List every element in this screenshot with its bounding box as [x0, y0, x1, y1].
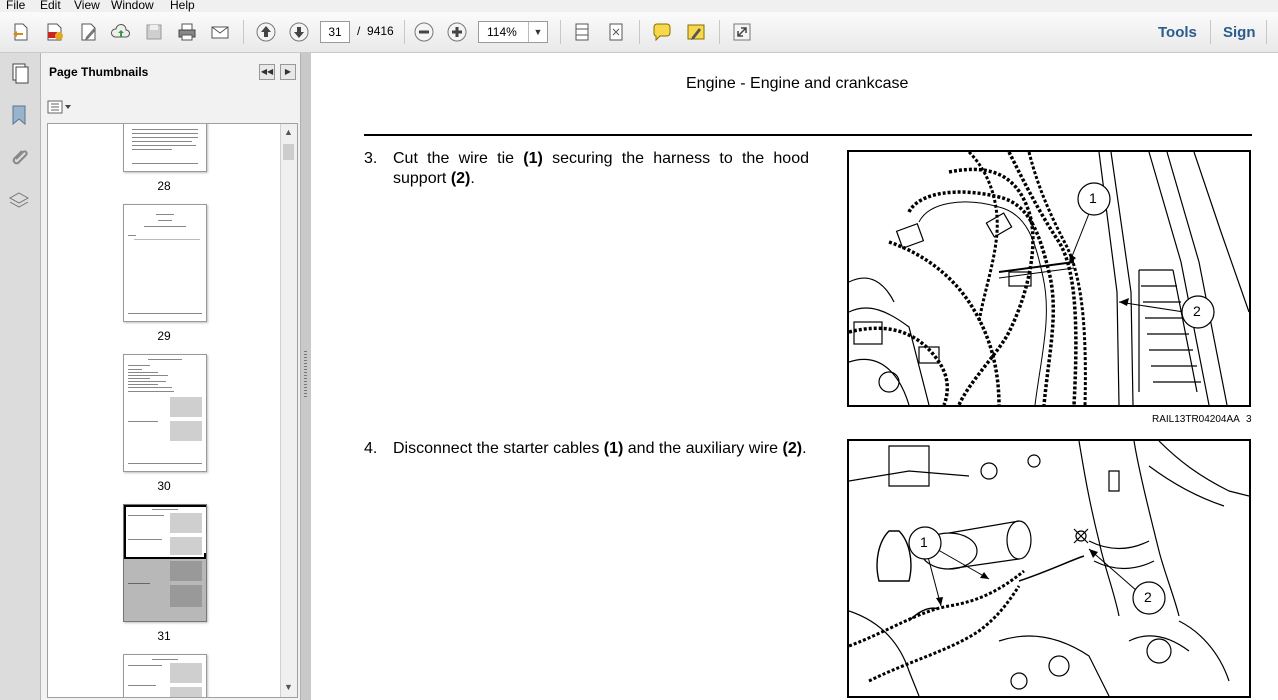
email-icon[interactable] — [209, 21, 231, 43]
scroll-mode-icon[interactable] — [571, 21, 593, 43]
print-icon[interactable] — [176, 21, 198, 43]
thumbnail-list[interactable]: 28 29 30 31 ▲ ▼ — [47, 123, 298, 698]
next-page-icon[interactable] — [288, 21, 310, 43]
thumbnail-label: 31 — [157, 629, 171, 643]
callout-2: 2 — [1193, 303, 1201, 319]
cloud-upload-icon[interactable] — [110, 21, 132, 43]
zoom-in-icon[interactable] — [446, 21, 468, 43]
create-pdf-icon[interactable] — [44, 21, 66, 43]
document-page: Engine - Engine and crankcase 3. Cut the… — [311, 53, 1278, 700]
highlight-icon[interactable] — [685, 21, 707, 43]
sign-button[interactable]: Sign — [1223, 24, 1256, 41]
thumbnail-options-button[interactable] — [47, 99, 73, 115]
expand-icon[interactable] — [731, 21, 753, 43]
collapse-right-icon[interactable]: ▶ — [280, 64, 296, 80]
page-number-input[interactable]: 31 — [320, 21, 350, 43]
menu-help[interactable]: Help — [170, 0, 195, 12]
thumbnail-page[interactable] — [123, 204, 207, 322]
menu-edit[interactable]: Edit — [40, 0, 61, 12]
thumbnail-scrollbar[interactable]: ▲ ▼ — [280, 124, 297, 697]
thumbnail-page-selected[interactable] — [123, 504, 207, 622]
menu-window[interactable]: Window — [111, 0, 154, 12]
figure-number: 3 — [1246, 414, 1252, 425]
previous-page-icon[interactable] — [255, 21, 277, 43]
save-icon[interactable] — [143, 21, 165, 43]
zoom-out-icon[interactable] — [413, 21, 435, 43]
panel-title: Page Thumbnails — [49, 65, 149, 79]
layers-icon[interactable] — [7, 189, 31, 213]
collapse-left-icon[interactable]: ◀◀ — [259, 64, 275, 80]
menu-view[interactable]: View — [74, 0, 100, 12]
callout-2: 2 — [1144, 589, 1152, 605]
scroll-down-icon[interactable]: ▼ — [284, 682, 293, 692]
comment-icon[interactable] — [651, 21, 673, 43]
tools-button[interactable]: Tools — [1158, 24, 1197, 41]
bookmark-icon[interactable] — [7, 103, 31, 127]
step-number: 4. — [364, 440, 378, 457]
scrollbar-thumb[interactable] — [283, 144, 294, 160]
chevron-down-icon[interactable]: ▼ — [528, 22, 547, 42]
step-number: 3. — [364, 150, 378, 167]
thumbnail-page[interactable] — [123, 654, 207, 697]
figure-wire-tie: 1 2 — [847, 150, 1251, 407]
thumbnail-label: 29 — [157, 329, 171, 343]
callout-1: 1 — [1089, 190, 1097, 206]
attachment-icon[interactable] — [7, 146, 31, 170]
navigation-rail — [0, 53, 41, 700]
menu-file[interactable]: File — [6, 0, 25, 12]
starter-motor-illustration — [849, 441, 1249, 696]
thumbnail-page[interactable] — [123, 354, 207, 472]
zoom-select[interactable]: 114% ▼ — [478, 21, 548, 43]
menu-bar: File Edit View Window Help — [0, 0, 1278, 12]
callout-1: 1 — [920, 534, 928, 550]
thumbnail-label: 30 — [157, 479, 171, 493]
page-total: / 9416 — [357, 24, 394, 38]
step-text: Cut the wire tie (1) securing the harnes… — [393, 150, 810, 187]
running-head: Engine - Engine and crankcase — [686, 75, 909, 92]
engine-harness-illustration — [849, 152, 1249, 405]
zoom-value: 114% — [487, 25, 517, 39]
figure-starter-cables: 1 2 — [847, 439, 1251, 698]
fit-page-icon[interactable] — [605, 21, 627, 43]
toolbar: 31 / 9416 114% ▼ Tools Sign — [0, 12, 1278, 53]
scroll-up-icon[interactable]: ▲ — [284, 127, 293, 137]
thumbnail-label: 28 — [157, 179, 171, 193]
figure-caption: RAIL13TR04204AA — [1152, 414, 1240, 425]
thumbnail-page[interactable] — [123, 124, 207, 172]
open-file-icon[interactable] — [10, 21, 32, 43]
edit-pdf-icon[interactable] — [78, 21, 100, 43]
header-rule — [364, 134, 1252, 136]
thumbnails-panel: Page Thumbnails ◀◀ ▶ 28 29 30 31 ▲ ▼ — [41, 53, 300, 700]
page-thumbnails-icon[interactable] — [7, 61, 31, 85]
step-text: Disconnect the starter cables (1) and th… — [393, 440, 807, 457]
